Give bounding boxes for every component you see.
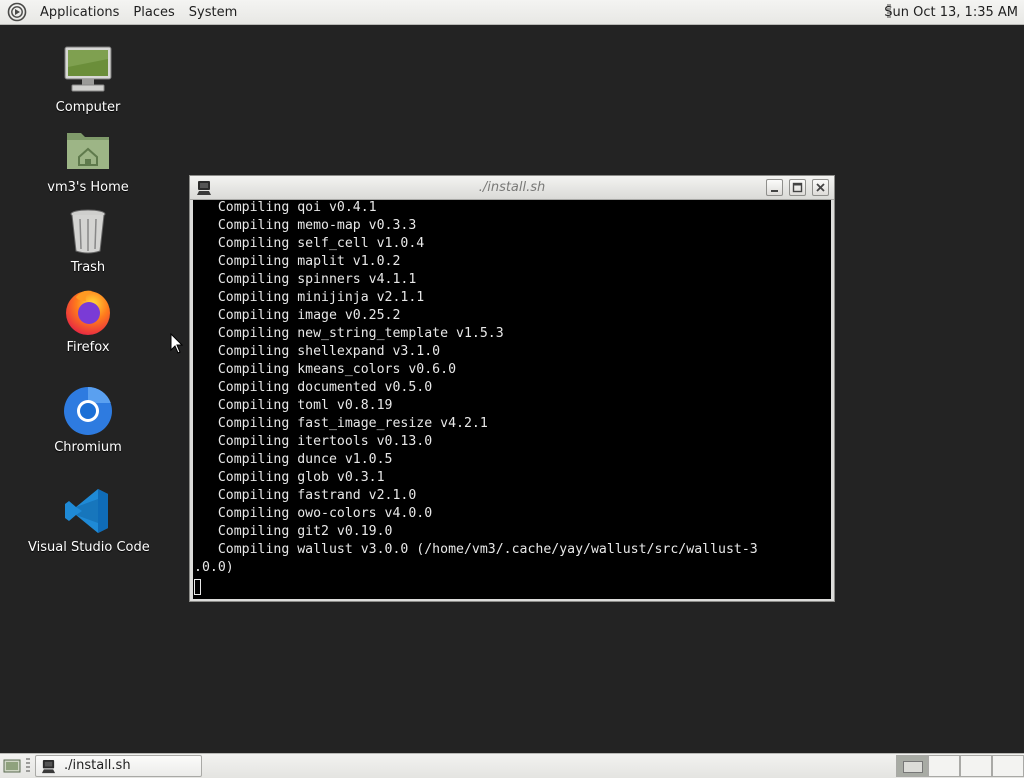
system-menu[interactable]: System [182,0,244,25]
window-title: ./install.sh [478,180,546,195]
top-panel: Applications Places System Sun Oct 13, 1… [0,0,1024,25]
clock[interactable]: Sun Oct 13, 1:35 AM [884,0,1018,25]
close-icon [816,183,825,192]
terminal-line: Compiling minijinja v2.1.1 [194,290,425,305]
desktop-icon-label: Chromium [54,440,122,455]
terminal-output[interactable]: Compiling qoi v0.4.1 Compiling memo-map … [193,200,831,599]
workspace-2[interactable] [928,755,960,777]
desktop-icon-chromium[interactable]: Chromium [28,385,148,455]
terminal-line: Compiling wallust v3.0.0 (/home/vm3/.cac… [194,542,758,557]
terminal-line: Compiling new_string_template v1.5.3 [194,326,504,341]
applications-menu[interactable]: Applications [33,0,126,25]
terminal-line: Compiling git2 v0.19.0 [194,524,393,539]
workspace-4[interactable] [992,755,1024,777]
computer-icon [64,46,112,92]
terminal-line: Compiling qoi v0.4.1 [194,200,377,215]
maximize-icon [792,182,803,193]
window-titlebar[interactable]: ./install.sh [190,176,834,200]
terminal-line: Compiling fast_image_resize v4.2.1 [194,416,488,431]
desktop-icon-label: Trash [70,260,106,275]
mouse-pointer-icon [170,333,184,354]
terminal-line: Compiling shellexpand v3.1.0 [194,344,441,359]
taskbar-item-label: ./install.sh [64,758,131,773]
desktop-icon-label: Visual Studio Code [28,540,150,555]
terminal-line: Compiling spinners v4.1.1 [194,272,417,287]
desktop-icon-trash[interactable]: Trash [28,205,148,275]
terminal-text: Compiling qoi v0.4.1 Compiling memo-map … [194,200,758,577]
terminal-line: .0.0) [194,560,234,575]
terminal-app-icon [41,759,56,774]
firefox-icon [66,290,110,335]
terminal-line: Compiling dunce v1.0.5 [194,452,393,467]
desktop-icon-label: Firefox [66,340,110,355]
show-desktop-icon[interactable] [3,758,21,774]
workspace-window-thumb [903,761,923,773]
applications-logo-icon[interactable] [7,2,27,22]
terminal-line: Compiling memo-map v0.3.3 [194,218,417,233]
vscode-icon [65,489,108,533]
terminal-line: Compiling kmeans_colors v0.6.0 [194,362,457,377]
terminal-line: Compiling itertools v0.13.0 [194,434,433,449]
desktop-icon-firefox[interactable]: Firefox [28,285,148,355]
chromium-icon [64,386,112,435]
close-button[interactable] [812,179,829,196]
home-folder-icon [67,133,109,169]
terminal-line: Compiling fastrand v2.1.0 [194,488,417,503]
terminal-line: Compiling owo-colors v4.0.0 [194,506,433,521]
bottom-panel: ./install.sh [0,753,1024,778]
terminal-window[interactable]: ./install.sh Compiling qoi v0.4.1 Compil… [189,175,835,602]
workspace-1[interactable] [896,755,928,777]
taskbar-item-install-sh[interactable]: ./install.sh [35,755,202,777]
terminal-line: Compiling documented v0.5.0 [194,380,433,395]
workspace-3[interactable] [960,755,992,777]
terminal-cursor [194,579,201,595]
places-menu[interactable]: Places [126,0,181,25]
maximize-button[interactable] [789,179,806,196]
desktop-icon-computer[interactable]: Computer [28,45,148,115]
panel-separator [26,758,30,774]
desktop-icon-vscode[interactable]: Visual Studio Code [28,485,150,555]
terminal-line: Compiling image v0.25.2 [194,308,401,323]
desktop-icon-home[interactable]: vm3's Home [28,125,148,195]
desktop-icon-label: vm3's Home [47,180,129,195]
terminal-line: Compiling self_cell v1.0.4 [194,236,425,251]
minimize-icon [771,190,778,192]
minimize-button[interactable] [766,179,783,196]
terminal-line: Compiling maplit v1.0.2 [194,254,401,269]
trash-icon [70,209,106,254]
terminal-line: Compiling toml v0.8.19 [194,398,393,413]
desktop-icon-label: Computer [55,100,121,115]
terminal-line: Compiling glob v0.3.1 [194,470,385,485]
